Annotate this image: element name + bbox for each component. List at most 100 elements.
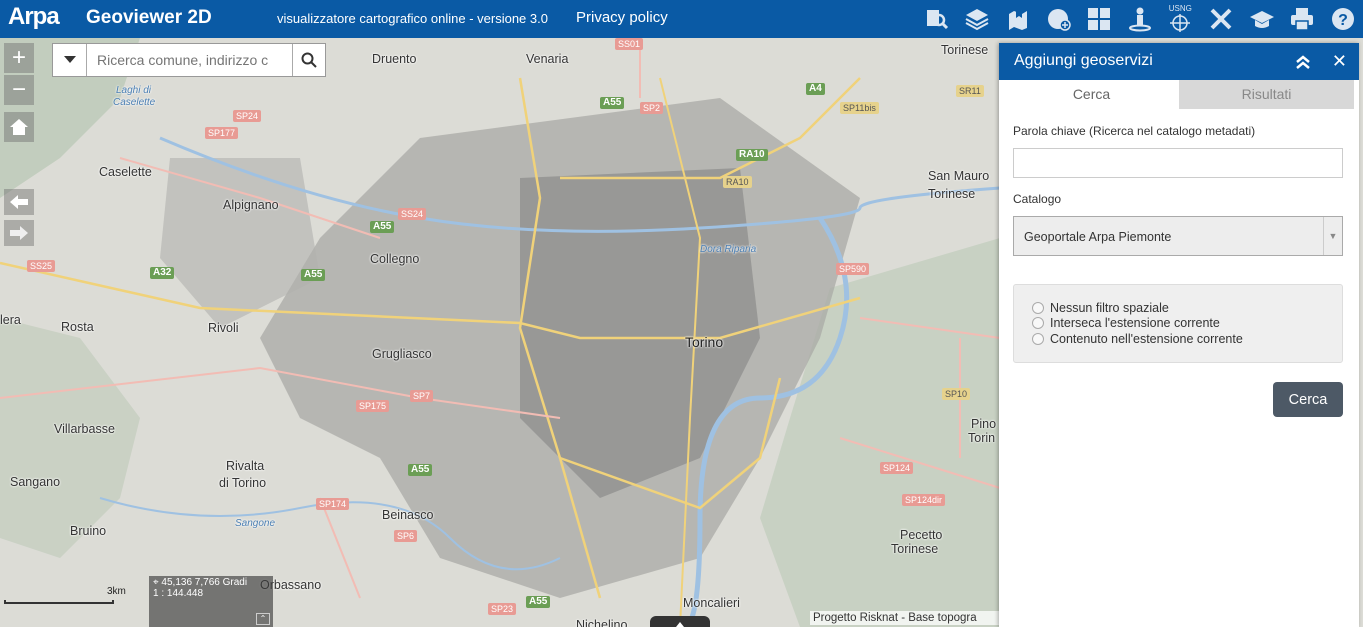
layers-icon[interactable] (957, 0, 998, 38)
place-label: Sangano (10, 475, 61, 489)
zoom-controls: + − (4, 43, 34, 107)
user-location-icon[interactable] (1119, 0, 1160, 38)
search-icon (301, 52, 317, 68)
tutorial-icon[interactable] (1241, 0, 1282, 38)
river-label: Dora Riparia (700, 244, 757, 255)
svg-text:?: ? (1338, 12, 1348, 29)
place-label: Nichelino (576, 618, 628, 627)
catalog-select[interactable]: Geoportale Arpa Piemonte ▼ (1013, 216, 1343, 256)
privacy-policy-link[interactable]: Privacy policy (576, 9, 668, 26)
print-icon[interactable] (1282, 0, 1323, 38)
spatial-filter-option[interactable]: Interseca l'estensione corrente (1032, 316, 1324, 332)
help-icon[interactable]: ? (1322, 0, 1363, 38)
road-shield: SS01 (615, 38, 644, 50)
place-label: Rivalta (226, 459, 265, 473)
location-search-input[interactable] (87, 44, 292, 76)
app-subtitle: visualizzatore cartografico online - ver… (277, 11, 548, 26)
app-title: Geoviewer 2D (86, 7, 212, 28)
chevron-down-icon: ▼ (1323, 217, 1342, 255)
catalog-label: Catalogo (1013, 192, 1062, 206)
place-label: lera (0, 313, 21, 327)
road-shield: A55 (526, 596, 551, 608)
road-shield: SP10 (942, 388, 971, 400)
search-catalog-button[interactable]: Cerca (1273, 382, 1343, 417)
tab-cerca[interactable]: Cerca (1004, 80, 1179, 109)
radio-button[interactable] (1032, 317, 1044, 330)
usng-label: USNG (1168, 4, 1192, 13)
coordinate-text: ⌖ 45,136 7,766 Gradi (153, 577, 269, 588)
radio-button[interactable] (1032, 332, 1044, 345)
grid-icon[interactable] (1079, 0, 1120, 38)
close-icon[interactable]: ✕ (1332, 51, 1347, 72)
location-search-bar (52, 43, 326, 77)
spatial-filter-group: Nessun filtro spaziale Interseca l'esten… (1013, 284, 1343, 363)
place-label: Alpignano (223, 198, 279, 212)
place-label: Collegno (370, 252, 420, 266)
road-shield: SP174 (316, 498, 350, 510)
place-label: Torinese (941, 43, 989, 57)
arpa-logo[interactable]: Arpa (8, 3, 76, 35)
road-shield: SS25 (27, 260, 56, 272)
place-label: Torin (968, 431, 996, 445)
panel-header: Aggiungi geoservizi ✕ (999, 43, 1359, 80)
catalog-search-icon[interactable] (916, 0, 957, 38)
road-shield: RA10 (723, 176, 752, 188)
place-label-city: Torino (685, 334, 724, 350)
scale-bar-line (4, 600, 114, 604)
place-label: Torinese (891, 542, 939, 556)
spatial-filter-option[interactable]: Contenuto nell'estensione corrente (1032, 331, 1324, 347)
road-shield: A4 (806, 83, 825, 95)
road-shield: A55 (301, 269, 326, 281)
radio-label: Interseca l'estensione corrente (1050, 316, 1220, 331)
place-label: Torinese (928, 187, 976, 201)
road-shield: SP177 (205, 127, 239, 139)
radio-button[interactable] (1032, 301, 1044, 314)
place-label: Rosta (61, 320, 94, 334)
road-shield: A55 (370, 221, 395, 233)
place-label: Grugliasco (372, 347, 432, 361)
search-button[interactable] (292, 44, 325, 76)
collapse-icon[interactable] (1293, 52, 1313, 72)
road-shield: SP24 (233, 110, 262, 122)
spatial-filter-option[interactable]: Nessun filtro spaziale (1032, 300, 1324, 316)
place-label: San Mauro (928, 169, 990, 183)
search-source-dropdown[interactable] (53, 44, 87, 76)
road-shield: SP175 (356, 400, 390, 412)
place-label: Caselette (99, 165, 152, 179)
road-shield: SP11bis (840, 102, 879, 114)
road-shield: SP124dir (902, 494, 946, 506)
tab-risultati[interactable]: Risultati (1179, 80, 1354, 109)
home-extent-button[interactable] (4, 112, 34, 142)
bottom-panel-toggle[interactable] (650, 616, 710, 627)
panel-tabs: Cerca Risultati (1004, 80, 1354, 109)
zoom-in-button[interactable]: + (4, 43, 34, 73)
next-extent-button[interactable] (4, 220, 34, 246)
place-label: Rivoli (208, 321, 239, 335)
previous-extent-button[interactable] (4, 189, 34, 215)
home-icon (10, 119, 28, 135)
logo-text: Arpa (8, 3, 60, 30)
road-shield: SR11 (956, 85, 984, 97)
globe-add-icon[interactable] (1038, 0, 1079, 38)
usng-icon[interactable]: USNG (1160, 0, 1201, 38)
place-label: Moncalieri (683, 596, 740, 610)
arrow-left-icon (10, 195, 28, 209)
caret-up-icon (676, 622, 684, 627)
road-shield: SP23 (488, 603, 517, 615)
keyword-input[interactable] (1013, 148, 1343, 178)
road-shield: SS24 (398, 208, 427, 220)
expand-icon[interactable]: ⌃ (256, 613, 270, 625)
catalog-selected-value: Geoportale Arpa Piemonte (1024, 230, 1172, 244)
road-shield: A55 (600, 97, 625, 109)
road-shield: SP2 (640, 102, 664, 114)
zoom-out-button[interactable]: − (4, 75, 34, 105)
place-label: Laghi di (116, 85, 152, 96)
tools-icon[interactable] (1201, 0, 1242, 38)
place-label: Caselette (113, 97, 156, 108)
coordinate-readout[interactable]: ⌖ 45,136 7,766 Gradi 1 : 144.448 ⌃ (149, 576, 273, 627)
place-label: Beinasco (382, 508, 434, 522)
place-label: Villarbasse (54, 422, 115, 436)
place-label: Druento (372, 52, 417, 66)
radio-label: Nessun filtro spaziale (1050, 300, 1169, 315)
bookmark-map-icon[interactable] (998, 0, 1039, 38)
